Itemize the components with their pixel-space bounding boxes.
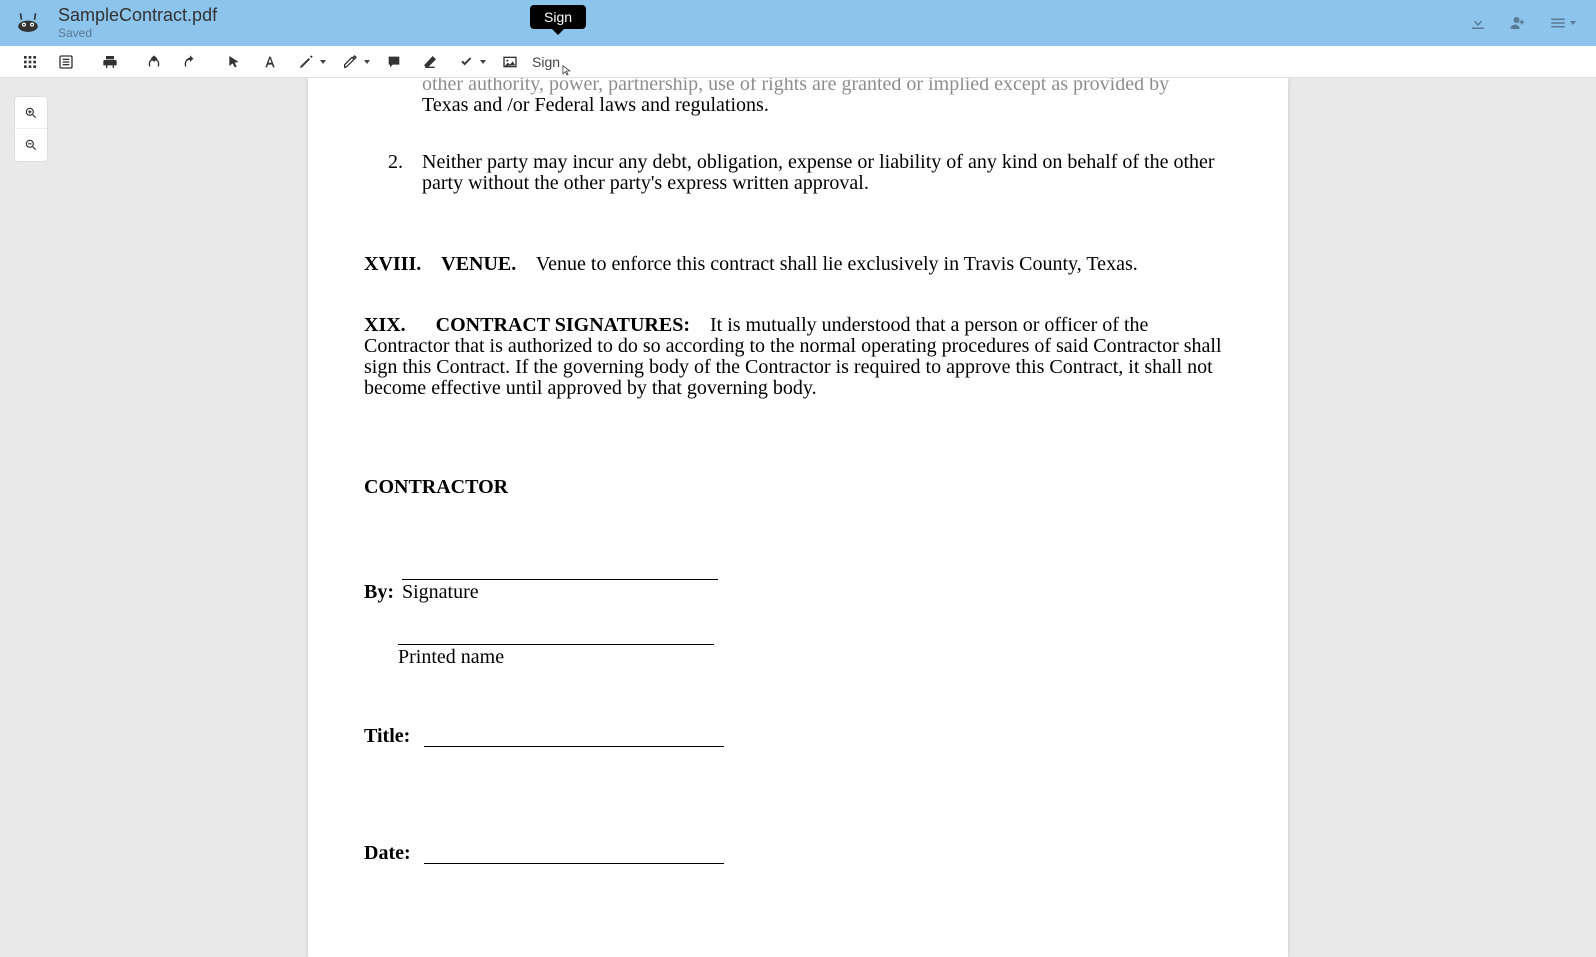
printed-name-row: Printed name	[398, 643, 1232, 668]
print-icon	[102, 54, 118, 70]
venue-section: XVIII. VENUE. Venue to enforce this cont…	[364, 254, 1232, 275]
menu-caret-icon	[1570, 21, 1576, 25]
sig-roman: XIX.	[364, 314, 406, 336]
download-icon	[1469, 14, 1487, 32]
date-row: Date:	[364, 843, 1232, 864]
printed-name-line	[398, 643, 714, 645]
page-content: other authority, power, partnership, use…	[308, 78, 1288, 864]
date-line	[424, 862, 724, 864]
app-header: SampleContract.pdf Saved Sign	[0, 0, 1596, 46]
highlight-tool[interactable]	[332, 46, 368, 78]
select-tool[interactable]	[216, 46, 252, 78]
signatures-section: XIX. CONTRACT SIGNATURES: It is mutually…	[364, 315, 1232, 399]
pen-icon	[298, 54, 314, 70]
app-logo	[10, 5, 46, 41]
document-title: SampleContract.pdf	[58, 6, 217, 26]
cursor-icon	[226, 54, 242, 70]
menu-button[interactable]	[1549, 14, 1576, 32]
printed-name-underlabel: Printed name	[398, 647, 1232, 668]
print-button[interactable]	[92, 46, 128, 78]
check-tool[interactable]	[448, 46, 484, 78]
undo-icon	[146, 54, 162, 70]
outline-icon	[58, 54, 74, 70]
sign-tool[interactable]: Sign	[528, 54, 564, 70]
date-label: Date:	[364, 843, 418, 864]
draw-tool-caret[interactable]	[320, 60, 326, 64]
sign-tooltip: Sign	[530, 5, 586, 29]
check-icon	[458, 54, 474, 70]
text-a-icon	[262, 54, 278, 70]
title-block: SampleContract.pdf Saved	[58, 6, 217, 40]
by-label: By:	[364, 582, 396, 603]
signature-block: Signature	[402, 578, 718, 603]
grid-icon	[22, 54, 38, 70]
highlight-tool-caret[interactable]	[364, 60, 370, 64]
signature-underlabel: Signature	[402, 582, 718, 603]
document-page: other authority, power, partnership, use…	[308, 78, 1288, 957]
header-right	[1469, 14, 1586, 32]
image-icon	[502, 54, 518, 70]
download-button[interactable]	[1469, 14, 1487, 32]
add-collaborator-button[interactable]	[1509, 14, 1527, 32]
add-person-icon	[1509, 14, 1527, 32]
title-row: Title:	[364, 726, 1232, 747]
kami-logo-icon	[15, 10, 41, 36]
venue-roman: XVIII.	[364, 253, 421, 275]
text-tool[interactable]	[252, 46, 288, 78]
truncated-previous-line: other authority, power, partnership, use…	[364, 78, 1232, 95]
thumbnails-button[interactable]	[12, 46, 48, 78]
tooltip-text: Sign	[544, 9, 572, 25]
sig-heading: CONTRACT SIGNATURES:	[436, 314, 690, 336]
eraser-icon	[422, 54, 438, 70]
document-status: Saved	[58, 26, 217, 40]
sign-tool-label: Sign	[532, 54, 560, 70]
comment-tool[interactable]	[376, 46, 412, 78]
redo-icon	[182, 54, 198, 70]
signature-line	[402, 578, 718, 580]
list-item-number: 2.	[388, 152, 422, 194]
venue-text: Venue to enforce this contract shall lie…	[536, 253, 1138, 275]
list-item-text: Neither party may incur any debt, obliga…	[422, 152, 1232, 194]
hamburger-icon	[1549, 14, 1567, 32]
highlighter-icon	[342, 54, 358, 70]
image-tool[interactable]	[492, 46, 528, 78]
item1-continuation: Texas and /or Federal laws and regulatio…	[364, 95, 1232, 116]
venue-heading: VENUE.	[441, 253, 516, 275]
outline-button[interactable]	[48, 46, 84, 78]
redo-button[interactable]	[172, 46, 208, 78]
title-label: Title:	[364, 726, 418, 747]
comment-icon	[386, 54, 402, 70]
draw-tool[interactable]	[288, 46, 324, 78]
title-line	[424, 745, 724, 747]
toolbar: Sign	[0, 46, 1596, 78]
by-signature-row: By: Signature	[364, 578, 1232, 603]
contractor-heading: CONTRACTOR	[364, 477, 1232, 498]
undo-button[interactable]	[136, 46, 172, 78]
eraser-tool[interactable]	[412, 46, 448, 78]
list-item-2: 2. Neither party may incur any debt, obl…	[364, 152, 1232, 194]
check-tool-caret[interactable]	[480, 60, 486, 64]
page-area: other authority, power, partnership, use…	[0, 78, 1596, 957]
